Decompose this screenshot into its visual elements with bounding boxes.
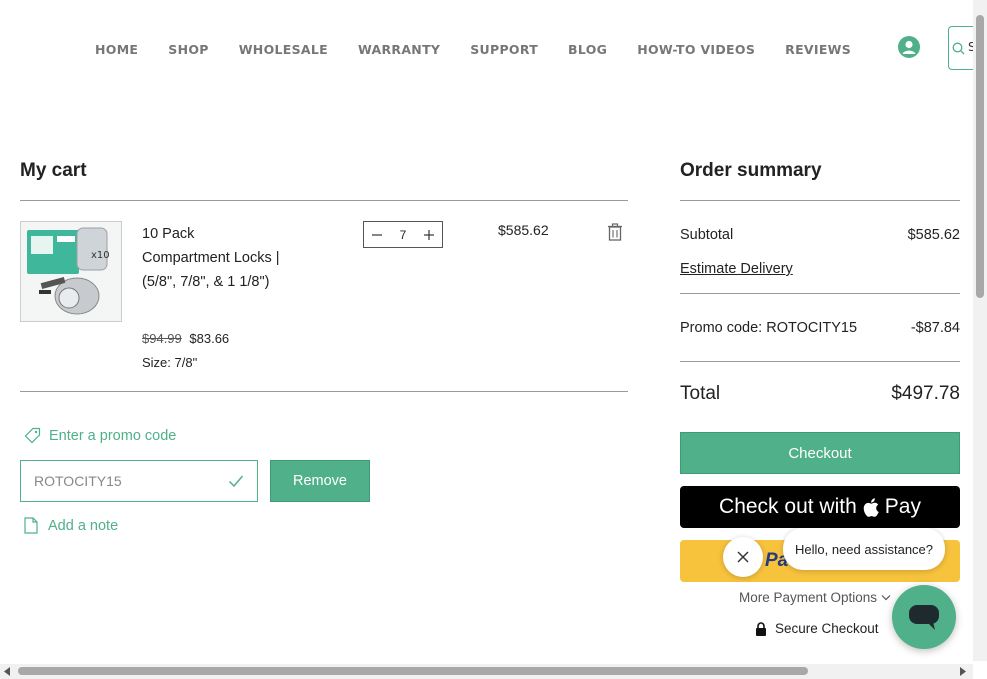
- line-total: $585.62: [498, 222, 549, 238]
- promo-code-link[interactable]: Enter a promo code: [24, 427, 176, 444]
- search-input[interactable]: S: [948, 26, 974, 70]
- promo-code-value: ROTOCITY15: [34, 473, 122, 489]
- apple-pay-button[interactable]: Check out with Pay: [680, 486, 960, 528]
- subtotal-label: Subtotal: [680, 227, 734, 243]
- add-note-link[interactable]: Add a note: [24, 517, 118, 534]
- original-price: $94.99: [142, 331, 182, 346]
- nav-warranty[interactable]: WARRANTY: [358, 42, 440, 57]
- quantity-value[interactable]: 7: [400, 228, 407, 242]
- product-image[interactable]: x10: [20, 221, 122, 322]
- quantity-stepper: 7: [363, 221, 443, 248]
- product-size: Size: 7/8": [142, 355, 198, 370]
- promo-row: Promo code: ROTOCITY15 -$87.84: [680, 320, 960, 336]
- vertical-scroll-thumb[interactable]: [976, 15, 984, 298]
- cart-title: My cart: [20, 160, 87, 181]
- nav-blog[interactable]: BLOG: [568, 42, 607, 57]
- add-note-label: Add a note: [48, 517, 119, 534]
- close-icon: [737, 551, 749, 563]
- nav-home[interactable]: HOME: [95, 42, 138, 57]
- nav-support[interactable]: SUPPORT: [470, 42, 538, 57]
- nav-reviews[interactable]: REVIEWS: [785, 42, 851, 57]
- secure-checkout: Secure Checkout: [755, 621, 879, 636]
- decrease-quantity-button[interactable]: [370, 228, 384, 242]
- chat-close-button[interactable]: [723, 537, 763, 577]
- divider: [20, 391, 628, 392]
- main-nav: HOME SHOP WHOLESALE WARRANTY SUPPORT BLO…: [95, 42, 851, 57]
- svg-text:x10: x10: [91, 250, 110, 261]
- apple-pay-suffix: Pay: [884, 495, 921, 518]
- total-label: Total: [680, 383, 721, 404]
- divider: [680, 200, 960, 201]
- more-options-label: More Payment Options: [739, 590, 878, 605]
- promo-label: Promo code: ROTOCITY15: [680, 320, 858, 336]
- checkout-button[interactable]: Checkout: [680, 432, 960, 474]
- account-icon[interactable]: [898, 36, 920, 58]
- horizontal-scrollbar[interactable]: [0, 664, 973, 679]
- chat-icon: [909, 605, 939, 630]
- more-payment-options[interactable]: More Payment Options: [739, 590, 891, 605]
- divider: [680, 293, 960, 294]
- product-name[interactable]: 10 Pack Compartment Locks | (5/8", 7/8",…: [142, 222, 282, 294]
- order-summary-title: Order summary: [680, 160, 822, 181]
- promo-discount: -$87.84: [910, 320, 960, 336]
- promo-link-label: Enter a promo code: [49, 427, 177, 444]
- promo-code-input[interactable]: ROTOCITY15: [20, 460, 258, 502]
- minus-icon: [372, 233, 382, 236]
- chat-greeting[interactable]: Hello, need assistance?: [783, 528, 945, 570]
- secure-checkout-label: Secure Checkout: [775, 621, 879, 636]
- apple-pay-prefix: Check out with: [719, 495, 857, 518]
- sale-price: $83.66: [189, 331, 230, 346]
- product-price: $94.99 $83.66: [142, 331, 229, 346]
- nav-how-to-videos[interactable]: HOW-TO VIDEOS: [637, 42, 755, 57]
- lock-icon: [756, 621, 766, 636]
- total-value: $497.78: [891, 383, 960, 404]
- nav-wholesale[interactable]: WHOLESALE: [239, 42, 328, 57]
- remove-promo-button[interactable]: Remove: [270, 460, 370, 502]
- plus-icon: [424, 229, 434, 240]
- divider: [20, 200, 628, 201]
- total-row: Total $497.78: [680, 383, 960, 405]
- search-icon: [952, 42, 965, 55]
- tag-icon: [24, 427, 41, 444]
- trash-icon: [608, 223, 622, 241]
- increase-quantity-button[interactable]: [422, 228, 436, 242]
- chevron-down-icon: [881, 595, 891, 601]
- subtotal-value: $585.62: [907, 227, 960, 243]
- subtotal-row: Subtotal $585.62: [680, 227, 960, 243]
- apple-logo-icon: [863, 497, 879, 517]
- divider: [680, 361, 960, 362]
- chat-launcher-button[interactable]: [892, 585, 956, 649]
- remove-item-button[interactable]: [606, 223, 624, 245]
- estimate-delivery-link[interactable]: Estimate Delivery: [680, 261, 793, 277]
- vertical-scrollbar[interactable]: [973, 0, 987, 661]
- scroll-right-arrow-icon[interactable]: [959, 667, 967, 676]
- horizontal-scroll-thumb[interactable]: [18, 667, 808, 675]
- note-icon: [24, 517, 38, 534]
- nav-shop[interactable]: SHOP: [168, 42, 208, 57]
- checkmark-icon: [228, 475, 244, 488]
- scroll-left-arrow-icon[interactable]: [3, 667, 11, 676]
